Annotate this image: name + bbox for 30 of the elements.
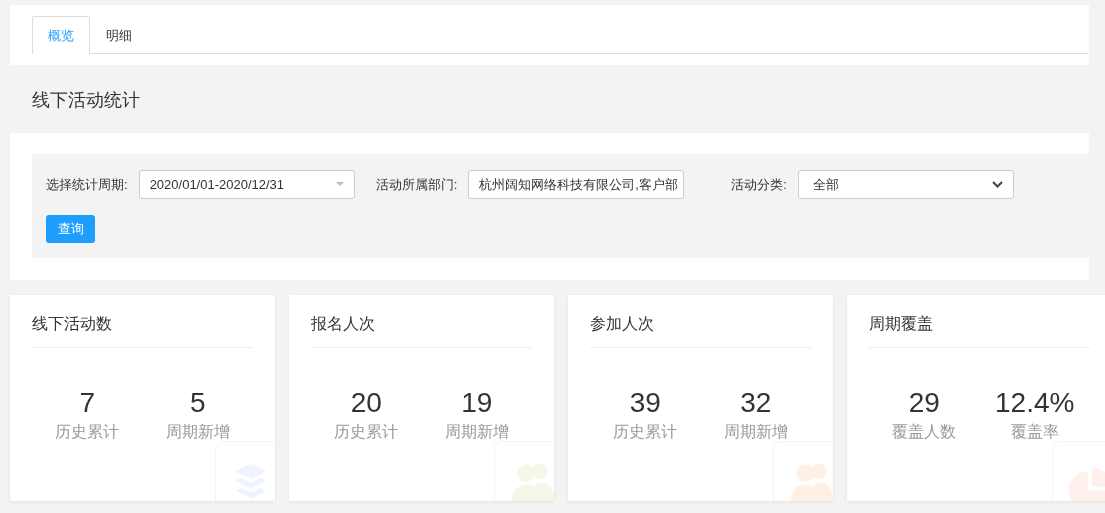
tab[interactable]: 明细 [90,16,148,54]
department-label: 活动所属部门: [375,175,458,194]
stat-value: 39 [628,386,662,420]
stat-label: 覆盖人数 [891,422,958,442]
department-field[interactable]: 杭州阔知网络科技有限公司,客户部 [468,170,685,199]
caret-icon [335,182,344,187]
stat-value: 29 [907,386,941,420]
chevron-icon [991,181,1003,188]
period-field[interactable]: 2020/01/01-2020/12/31 [138,170,355,199]
category-label: 活动分类: [731,175,787,194]
page-title: 线下活动统计 [31,89,141,112]
stat-value: 19 [460,386,494,420]
stat-label: 覆盖率 [1009,422,1060,442]
period-label: 选择统计周期: [46,175,128,194]
card-title: 周期覆盖 [869,295,1090,348]
stat-label: 历史累计 [54,422,121,442]
stat-label: 周期新增 [722,422,789,442]
stat-label: 历史累计 [612,422,679,442]
card-title: 线下活动数 [32,295,253,348]
card-title: 参加人次 [590,295,811,348]
category-select[interactable]: 全部 [797,170,1014,199]
stat-label: 历史累计 [333,422,400,442]
card-title: 报名人次 [311,295,532,348]
stat-label: 周期新增 [164,422,231,442]
stat-value: 20 [349,386,383,420]
stat-value: 7 [78,386,97,420]
stat-value: 5 [188,386,207,420]
stat-value: 12.4% [994,386,1076,420]
stat-value: 32 [739,386,773,420]
stat-label: 周期新增 [443,422,510,442]
